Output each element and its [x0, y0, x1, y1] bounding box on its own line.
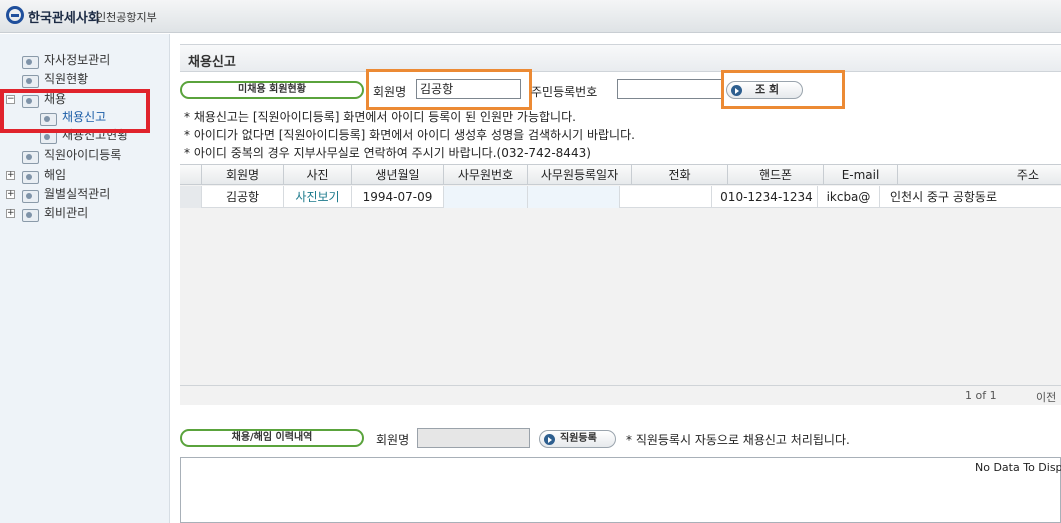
column-header[interactable]: 사무원등록일자 — [528, 165, 632, 185]
table-cell — [620, 186, 712, 208]
play-icon — [544, 434, 555, 445]
folder-icon — [22, 73, 39, 88]
column-header[interactable]: 생년월일 — [352, 165, 444, 185]
view-photo-link[interactable]: 사진보기 — [284, 186, 352, 208]
branch-name: 인천공항지부 — [96, 11, 157, 24]
table-cell: ikcba@ — [818, 186, 880, 208]
prev-page-button[interactable]: 이전 — [1036, 389, 1056, 405]
expand-icon[interactable]: + — [6, 209, 15, 218]
table-cell — [444, 186, 528, 208]
org-name: 한국관세사회 — [28, 11, 100, 26]
history-table: No Data To Display — [180, 457, 1061, 523]
table-cell: 김공항 — [202, 186, 284, 208]
panel-header: 채용신고 — [180, 44, 1061, 72]
folder-icon — [22, 188, 39, 203]
table-cell — [528, 186, 620, 208]
notice-line: * 아이디 중복의 경우 지부사무실로 연락하여 주시기 바랍니다.(032-7… — [184, 146, 591, 160]
expand-icon[interactable]: + — [6, 171, 15, 180]
notice-line: * 채용신고는 [직원아이디등록] 화면에서 아이디 등록이 된 인원만 가능합… — [184, 110, 576, 124]
register-staff-button[interactable]: 직원등록 — [539, 430, 616, 448]
column-header[interactable]: 사진 — [284, 165, 352, 185]
column-header[interactable]: 전화 — [632, 165, 728, 185]
table-cell: 010-1234-1234 — [716, 186, 818, 208]
folder-icon — [22, 207, 39, 222]
table-footer: 1 of 1 이전 — [180, 385, 1061, 405]
sidebar-item-label: 직원현황 — [44, 72, 89, 86]
column-header[interactable]: 사무원번호 — [444, 165, 528, 185]
member-name-input[interactable]: 김공항 — [416, 79, 521, 99]
sidebar: 자사정보관리 직원현황 − 채용 채용신고 채용신고현황 직원아이디등록 + 해… — [0, 34, 170, 523]
row-selector-header — [180, 165, 202, 185]
column-header[interactable]: E-mail — [824, 165, 898, 185]
unemployed-members-button[interactable]: 미채용 회원현황 — [180, 81, 364, 99]
register-staff-button-label: 직원등록 — [560, 433, 597, 444]
page-title: 채용신고 — [188, 55, 236, 70]
column-header[interactable]: 회원명 — [202, 165, 284, 185]
history-member-name-input[interactable] — [417, 428, 530, 448]
sidebar-item-label: 월별실적관리 — [44, 187, 111, 201]
top-header: 한국관세사회 인천공항지부 — [0, 0, 1061, 33]
member-name-label: 회원명 — [373, 85, 407, 99]
rrn-label: 주민등록번호 — [531, 85, 598, 99]
folder-icon — [22, 149, 39, 164]
no-data-message: No Data To Display — [975, 461, 1061, 474]
rrn-input[interactable] — [617, 79, 722, 99]
paging-info: 1 of 1 — [965, 389, 997, 402]
members-table: 회원명 사진 생년월일 사무원번호 사무원등록일자 전화 핸드폰 E-mail … — [180, 164, 1061, 405]
search-button-label: 조 회 — [755, 83, 780, 96]
sidebar-item-label: 해임 — [44, 168, 67, 182]
register-notice: * 직원등록시 자동으로 채용신고 처리됩니다. — [626, 433, 850, 447]
main-panel: 채용신고 미채용 회원현황 회원명 김공항 주민등록번호 조 회 * 채용신고는… — [180, 44, 1061, 523]
logo-icon — [6, 6, 24, 24]
table-row[interactable]: 김공항 사진보기 1994-07-09 010-1234-1234 ikcba@… — [180, 186, 1061, 208]
table-cell: 1994-07-09 — [352, 186, 444, 208]
table-header: 회원명 사진 생년월일 사무원번호 사무원등록일자 전화 핸드폰 E-mail … — [180, 165, 1061, 185]
column-header[interactable]: 주소 — [898, 165, 1061, 185]
folder-icon — [22, 54, 39, 69]
column-header[interactable]: 핸드폰 — [728, 165, 824, 185]
hire-dismiss-history-button[interactable]: 채용/해임 이력내역 — [180, 429, 364, 447]
row-selector[interactable] — [180, 186, 202, 208]
history-member-name-label: 회원명 — [376, 433, 410, 447]
sidebar-item-label: 회비관리 — [44, 206, 89, 220]
folder-icon — [22, 169, 39, 184]
sidebar-item-label: 직원아이디등록 — [44, 148, 122, 162]
sidebar-item-label: 자사정보관리 — [44, 53, 111, 67]
notice-line: * 아이디가 없다면 [직원아이디등록] 화면에서 아이디 생성후 성명을 검색… — [184, 128, 635, 142]
search-button[interactable]: 조 회 — [726, 81, 803, 99]
table-cell: 인천시 중구 공항동로 — [890, 190, 997, 204]
highlight-annotation — [0, 89, 150, 133]
play-icon — [731, 85, 742, 96]
expand-icon[interactable]: + — [6, 190, 15, 199]
